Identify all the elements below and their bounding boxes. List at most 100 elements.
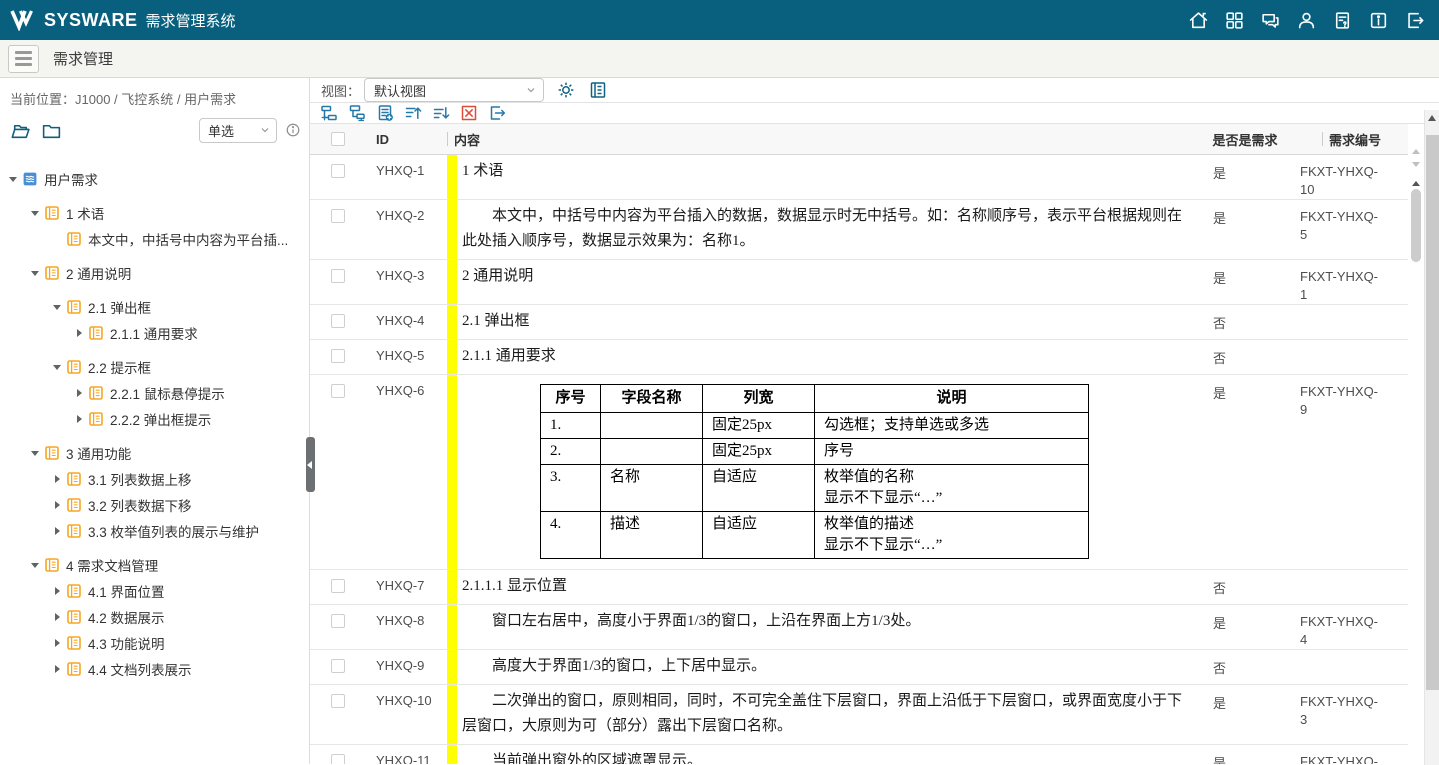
add-document-button[interactable] bbox=[375, 103, 395, 123]
scroll-top-icon[interactable] bbox=[1412, 181, 1420, 186]
tree-item[interactable]: 3.2 列表数据下移 bbox=[0, 492, 309, 518]
info-square-icon[interactable] bbox=[1368, 10, 1389, 31]
row-req-number: FKXT-YHXQ-9 bbox=[1300, 383, 1384, 419]
select-all-checkbox[interactable] bbox=[331, 132, 345, 146]
tree-expand-arrow-icon[interactable] bbox=[50, 305, 64, 310]
tree-item[interactable]: 4.3 功能说明 bbox=[0, 630, 309, 656]
tree-item[interactable]: 2 通用说明 bbox=[0, 260, 309, 286]
tree-expand-arrow-icon[interactable] bbox=[28, 271, 42, 276]
row-checkbox[interactable] bbox=[331, 659, 345, 673]
folder-closed-icon[interactable] bbox=[41, 121, 62, 140]
move-up-button[interactable] bbox=[403, 103, 423, 123]
add-sibling-node-button[interactable] bbox=[319, 103, 339, 123]
tree-expand-arrow-icon[interactable] bbox=[50, 639, 64, 647]
table-row[interactable]: YHXQ-52.1.1 通用要求否 bbox=[310, 340, 1408, 375]
user-icon[interactable] bbox=[1296, 10, 1317, 31]
row-is-requirement: 是 bbox=[1195, 260, 1295, 304]
embedded-table-header: 列宽 bbox=[703, 385, 815, 413]
table-row[interactable]: YHXQ-6序号字段名称列宽说明1.固定25px勾选框；支持单选或多选2.固定2… bbox=[310, 375, 1408, 570]
tree-expand-arrow-icon[interactable] bbox=[50, 501, 64, 509]
tree-expand-arrow-icon[interactable] bbox=[50, 613, 64, 621]
row-checkbox[interactable] bbox=[331, 269, 345, 283]
tree-expand-arrow-icon[interactable] bbox=[50, 587, 64, 595]
logout-icon[interactable] bbox=[1404, 10, 1425, 31]
table-row[interactable]: YHXQ-2本文中，中括号中内容为平台插入的数据，数据显示时无中括号。如：名称顺… bbox=[310, 200, 1408, 260]
tree-item[interactable]: 4.2 数据展示 bbox=[0, 604, 309, 630]
tree-item[interactable]: 4.1 界面位置 bbox=[0, 578, 309, 604]
page-scrollbar-thumb[interactable] bbox=[1426, 135, 1439, 690]
help-doc-icon[interactable] bbox=[1332, 10, 1353, 31]
table-row[interactable]: YHXQ-8窗口左右居中，高度小于界面1/3的窗口，上沿在界面上方1/3处。是F… bbox=[310, 605, 1408, 650]
tree-item[interactable]: 2.2 提示框 bbox=[0, 354, 309, 380]
move-down-button[interactable] bbox=[431, 103, 451, 123]
row-checkbox[interactable] bbox=[331, 754, 345, 764]
sidebar-collapse-handle[interactable] bbox=[306, 437, 315, 492]
tree-expand-arrow-icon[interactable] bbox=[28, 451, 42, 456]
apps-grid-icon[interactable] bbox=[1224, 10, 1245, 31]
export-button[interactable] bbox=[487, 103, 507, 123]
selection-mode-select[interactable]: 单选 bbox=[199, 118, 277, 143]
view-list-icon[interactable] bbox=[588, 80, 608, 100]
tree-item-label: 3.3 枚举值列表的展示与维护 bbox=[88, 521, 259, 541]
gear-icon[interactable] bbox=[556, 80, 576, 100]
tree-item[interactable]: 2.1.1 通用要求 bbox=[0, 320, 309, 346]
page-scroll-up-icon[interactable] bbox=[1428, 115, 1436, 121]
tree-expand-arrow-icon[interactable] bbox=[28, 563, 42, 568]
tree-item[interactable]: 2.2.1 鼠标悬停提示 bbox=[0, 380, 309, 406]
table-row[interactable]: YHXQ-9高度大于界面1/3的窗口，上下居中显示。否 bbox=[310, 650, 1408, 685]
row-checkbox[interactable] bbox=[331, 209, 345, 223]
scroll-down-icon[interactable] bbox=[1412, 162, 1420, 167]
tree-item[interactable]: 用户需求 bbox=[0, 166, 309, 192]
row-checkbox[interactable] bbox=[331, 579, 345, 593]
menu-toggle-button[interactable] bbox=[8, 45, 39, 73]
tree-expand-arrow-icon[interactable] bbox=[72, 329, 86, 337]
view-select[interactable]: 默认视图 bbox=[364, 78, 544, 102]
table-row[interactable]: YHXQ-72.1.1.1 显示位置否 bbox=[310, 570, 1408, 605]
table-row[interactable]: YHXQ-42.1 弹出框否 bbox=[310, 305, 1408, 340]
tree-item-label: 2 通用说明 bbox=[66, 263, 131, 283]
home-icon[interactable] bbox=[1188, 10, 1209, 31]
tree-expand-arrow-icon[interactable] bbox=[50, 665, 64, 673]
table-row[interactable]: YHXQ-11当前弹出窗外的区域遮罩显示。是FKXT-YHXQ-7 bbox=[310, 745, 1408, 764]
tree-expand-arrow-icon[interactable] bbox=[28, 211, 42, 216]
add-child-node-button[interactable] bbox=[347, 103, 367, 123]
table-row[interactable]: YHXQ-32 通用说明是FKXT-YHXQ-1 bbox=[310, 260, 1408, 305]
tree-expand-arrow-icon[interactable] bbox=[50, 475, 64, 483]
messages-icon[interactable] bbox=[1260, 10, 1281, 31]
tree-item[interactable]: 3.3 枚举值列表的展示与维护 bbox=[0, 518, 309, 544]
row-checkbox[interactable] bbox=[331, 614, 345, 628]
scroll-up-icon[interactable] bbox=[1412, 149, 1420, 154]
tree-expand-arrow-icon[interactable] bbox=[72, 389, 86, 397]
tree-item[interactable]: 3 通用功能 bbox=[0, 440, 309, 466]
tree-item[interactable]: 1 术语 bbox=[0, 200, 309, 226]
tree-item[interactable]: 3.1 列表数据上移 bbox=[0, 466, 309, 492]
embedded-table-cell: 名称 bbox=[601, 465, 703, 512]
tree-item[interactable]: 2.2.2 弹出框提示 bbox=[0, 406, 309, 432]
folder-open-icon[interactable] bbox=[10, 121, 31, 140]
info-circle-icon[interactable] bbox=[285, 122, 301, 138]
row-checkbox[interactable] bbox=[331, 384, 345, 398]
row-req-number: FKXT-YHXQ-3 bbox=[1300, 693, 1384, 729]
tree-expand-arrow-icon[interactable] bbox=[6, 177, 20, 182]
row-checkbox[interactable] bbox=[331, 349, 345, 363]
tree-expand-arrow-icon[interactable] bbox=[50, 365, 64, 370]
table-row[interactable]: YHXQ-11 术语是FKXT-YHXQ-10 bbox=[310, 155, 1408, 200]
book-icon bbox=[66, 471, 82, 487]
tree-item[interactable]: 4.4 文档列表展示 bbox=[0, 656, 309, 682]
row-checkbox[interactable] bbox=[331, 314, 345, 328]
tree-item[interactable]: 2.1 弹出框 bbox=[0, 294, 309, 320]
tree-item[interactable]: 4 需求文档管理 bbox=[0, 552, 309, 578]
tree-expand-arrow-icon[interactable] bbox=[72, 415, 86, 423]
row-is-requirement: 是 bbox=[1195, 685, 1295, 744]
row-content: 高度大于界面1/3的窗口，上下居中显示。 bbox=[447, 650, 1195, 684]
row-checkbox[interactable] bbox=[331, 694, 345, 708]
highlight-stripe bbox=[447, 745, 457, 764]
tree-expand-arrow-icon[interactable] bbox=[50, 527, 64, 535]
delete-button[interactable] bbox=[459, 103, 479, 123]
table-row[interactable]: YHXQ-10二次弹出的窗口，原则相同，同时，不可完全盖住下层窗口，界面上沿低于… bbox=[310, 685, 1408, 745]
table-scrollbar-thumb[interactable] bbox=[1411, 189, 1421, 262]
book-icon bbox=[66, 497, 82, 513]
row-checkbox[interactable] bbox=[331, 164, 345, 178]
embedded-table-cell: 3. bbox=[541, 465, 601, 512]
tree-item[interactable]: 本文中，中括号中内容为平台插... bbox=[0, 226, 309, 252]
